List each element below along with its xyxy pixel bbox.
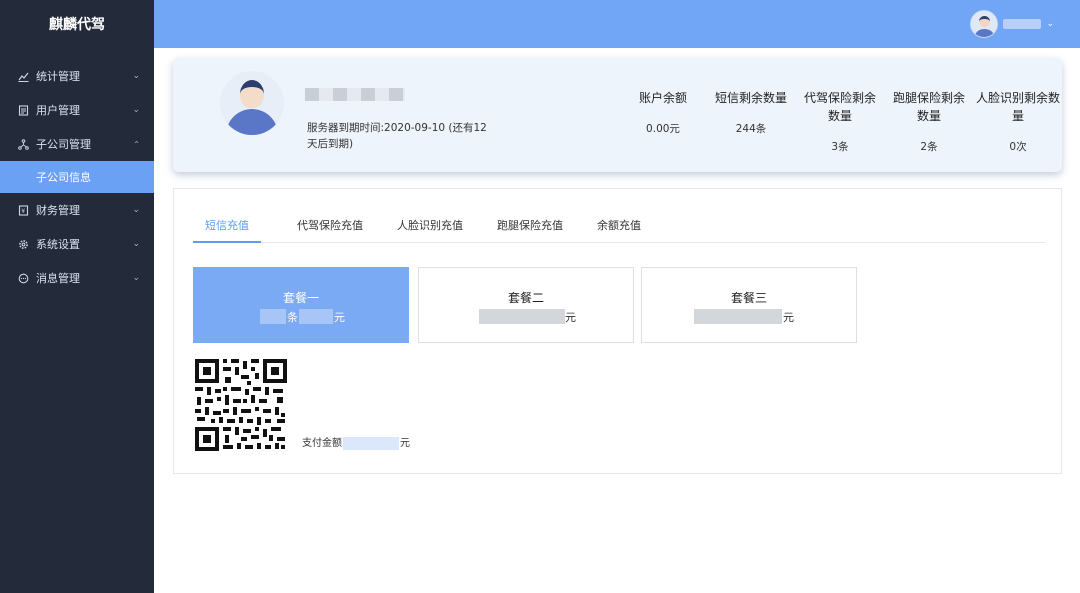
branch-icon [17,138,29,150]
package-detail: 元 [419,309,633,325]
server-expire-text: 服务器到期时间:2020-09-10 (还有12天后到期) [307,122,487,150]
package-name: 套餐一 [282,291,319,305]
chevron-up-icon: ⌃ [133,139,140,149]
sidebar-item-label: 统计管理 [36,70,80,83]
account-avatar [220,71,284,135]
package-currency: 元 [334,311,345,324]
sidebar-subitem-label: 子公司信息 [36,171,91,184]
stat-value: 2条 [920,141,938,153]
sidebar-item-label: 系统设置 [36,238,80,251]
sidebar-menu: 统计管理 ⌄ 用户管理 ⌄ 子公司管理 ⌃ 子公司信息 ¥ 财务管理 ⌄ 系统设… [0,59,154,295]
package-option-3[interactable]: 套餐三 元 [641,267,857,343]
payment-amount-label: 支付金额 [302,438,342,449]
chevron-down-icon: ⌄ [132,205,140,215]
tab-driving-insurance-recharge[interactable]: 代驾保险充值 [297,217,363,243]
chevron-down-icon: ⌄ [1046,19,1054,29]
chevron-down-icon: ⌄ [132,239,140,249]
stat-driving-insurance-remaining: 代驾保险剩余数量 3条 [799,89,881,154]
user-menu[interactable]: ⌄ [970,10,1054,38]
sidebar-item-messages[interactable]: 消息管理 ⌄ [0,261,154,295]
stat-sms-remaining: 短信剩余数量 244条 [711,89,791,136]
package-name: 套餐三 [730,291,767,305]
stat-label: 账户余额 [638,91,687,105]
ledger-icon: ¥ [17,204,29,216]
redacted-value [260,309,286,324]
package-currency: 元 [783,311,794,324]
tab-sms-recharge[interactable]: 短信充值 [193,217,261,243]
stat-label: 代驾保险剩余数量 [803,91,876,123]
app-logo: 麒麟代驾 [49,17,105,33]
sidebar-item-settings[interactable]: 系统设置 ⌄ [0,227,154,261]
gear-icon [17,238,29,250]
account-summary-card: 服务器到期时间:2020-09-10 (还有12天后到期) 账户余额 0.00元… [173,58,1062,172]
stat-face-recognition-remaining: 人脸识别剩余数量 0次 [976,89,1060,154]
svg-text:¥: ¥ [21,208,25,215]
stat-errand-insurance-remaining: 跑腿保险剩余数量 2条 [888,89,970,154]
stat-value: 0次 [1009,141,1027,153]
chart-line-icon [17,70,29,82]
package-detail: 条 元 [194,309,408,325]
stat-label: 人脸识别剩余数量 [976,91,1061,123]
user-name-redacted [1003,19,1042,29]
stat-balance: 账户余额 0.00元 [629,89,697,136]
sidebar-item-statistics[interactable]: 统计管理 ⌄ [0,59,154,93]
tab-face-recognition-recharge[interactable]: 人脸识别充值 [397,217,463,243]
payment-amount-currency: 元 [400,438,410,449]
tab-balance-recharge[interactable]: 余额充值 [597,217,641,243]
chevron-down-icon: ⌄ [132,71,140,81]
chevron-down-icon: ⌄ [132,273,140,283]
document-icon [17,104,29,116]
chat-icon [17,272,29,284]
recharge-panel: 短信充值 代驾保险充值 人脸识别充值 跑腿保险充值 余额充值 套餐一 条 元 套… [173,188,1062,474]
package-currency: 元 [565,311,576,324]
stat-value: 0.00元 [646,123,680,135]
redacted-value [479,309,565,324]
sidebar-item-label: 子公司管理 [36,138,91,151]
sidebar-item-label: 用户管理 [36,104,80,117]
redacted-value [343,436,399,450]
top-header: ⌄ [154,0,1080,48]
recharge-tabs: 短信充值 代驾保险充值 人脸识别充值 跑腿保险充值 余额充值 [193,217,1045,243]
payment-amount: 支付金额 元 [302,434,410,450]
payment-qr-code [193,357,289,453]
sidebar: 麒麟代驾 统计管理 ⌄ 用户管理 ⌄ 子公司管理 ⌃ 子公司信息 ¥ 财务管理 … [0,0,154,593]
avatar[interactable] [970,10,999,38]
package-detail: 元 [642,309,856,325]
package-option-1[interactable]: 套餐一 条 元 [193,267,409,343]
stat-label: 短信剩余数量 [714,91,787,105]
package-name: 套餐二 [507,291,544,305]
sidebar-item-users[interactable]: 用户管理 ⌄ [0,93,154,127]
stat-value: 244条 [735,123,767,135]
account-name-redacted [305,88,405,101]
sidebar-item-label: 财务管理 [36,204,80,217]
package-unit: 条 [287,311,298,324]
sidebar-item-finance[interactable]: ¥ 财务管理 ⌄ [0,193,154,227]
sidebar-item-label: 消息管理 [36,272,80,285]
sidebar-item-subsidiary[interactable]: 子公司管理 ⌃ [0,127,154,161]
redacted-value [694,309,782,324]
stat-label: 跑腿保险剩余数量 [892,91,965,123]
package-option-2[interactable]: 套餐二 元 [418,267,634,343]
redacted-value [299,309,333,324]
chevron-down-icon: ⌄ [132,105,140,115]
sidebar-subitem-subsidiary-info[interactable]: 子公司信息 [0,161,154,193]
stat-value: 3条 [831,141,849,153]
tab-errand-insurance-recharge[interactable]: 跑腿保险充值 [497,217,563,243]
